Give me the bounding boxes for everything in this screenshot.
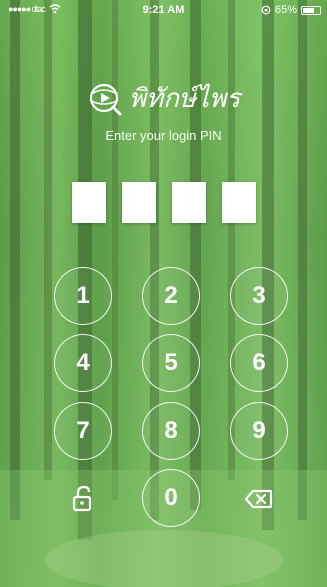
keypad-5-button[interactable]: 5	[142, 334, 200, 392]
pin-digit-4[interactable]	[221, 182, 256, 223]
keypad-0-button[interactable]: 0	[142, 469, 200, 527]
keypad-8-button[interactable]: 8	[142, 402, 200, 460]
status-bar: ●●●●● dtac 9:21 AM 65%	[0, 0, 327, 20]
pin-digit-2[interactable]	[121, 182, 156, 223]
keypad-2-button[interactable]: 2	[142, 267, 200, 325]
keypad-3-button[interactable]: 3	[230, 267, 288, 325]
status-right: 65%	[261, 4, 321, 16]
orientation-lock-icon	[261, 5, 271, 15]
globe-play-icon	[89, 83, 122, 115]
battery-percent: 65%	[274, 4, 297, 16]
keypad-7-button[interactable]: 7	[54, 402, 112, 460]
backspace-icon	[245, 489, 273, 509]
backspace-button[interactable]	[239, 479, 279, 519]
app-name: พิทักษ์ไพร	[128, 84, 241, 114]
login-instruction: Enter your login PIN	[105, 128, 222, 143]
keypad-4-button[interactable]: 4	[54, 334, 112, 392]
keypad-1-button[interactable]: 1	[54, 267, 112, 325]
login-pin-screen: ●●●●● dtac 9:21 AM 65% พิทักษ์ไพร Enter	[0, 0, 327, 587]
keypad-9-button[interactable]: 9	[230, 402, 288, 460]
pin-digit-3[interactable]	[171, 182, 206, 223]
battery-icon	[301, 5, 321, 15]
app-logo: พิทักษ์ไพร	[0, 78, 327, 119]
pin-entry	[0, 182, 327, 223]
unlock-icon	[72, 485, 92, 512]
pin-digit-1[interactable]	[71, 182, 106, 223]
unlock-button[interactable]	[63, 479, 103, 519]
keypad-6-button[interactable]: 6	[230, 334, 288, 392]
